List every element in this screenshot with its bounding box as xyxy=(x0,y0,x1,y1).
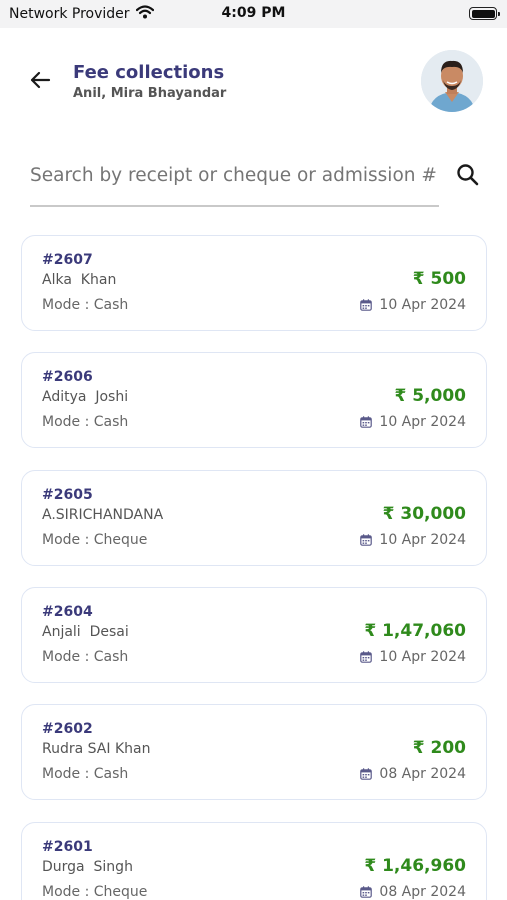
user-avatar-icon xyxy=(421,50,483,112)
battery-level xyxy=(471,9,495,18)
search-button[interactable] xyxy=(455,162,481,188)
date-label: 10 Apr 2024 xyxy=(379,297,466,313)
battery-icon xyxy=(469,7,500,20)
date-label: 10 Apr 2024 xyxy=(379,648,466,665)
page-subtitle: Anil, Mira Bhayandar xyxy=(73,86,227,101)
avatar[interactable] xyxy=(421,50,483,112)
payment-date: 10 Apr 2024 xyxy=(360,532,466,548)
payment-date: 08 Apr 2024 xyxy=(360,766,466,782)
back-button[interactable] xyxy=(26,66,54,94)
payment-date: 10 Apr 2024 xyxy=(360,414,466,430)
collection-card[interactable]: #2606 Aditya Joshi Mode : Cash ₹ 5,000 10 Ap… xyxy=(21,352,487,449)
search-icon xyxy=(457,164,479,186)
amount: ₹ 1,47,060 xyxy=(364,620,466,641)
payment-mode: Mode : Cash xyxy=(42,648,129,665)
collection-card[interactable]: #2601 Durga Singh Mode : Cheque ₹ 1,46,960 0… xyxy=(21,821,487,900)
search-input[interactable] xyxy=(30,155,439,195)
calendar-icon xyxy=(360,651,373,663)
arrow-left-icon xyxy=(30,71,51,89)
date-label: 08 Apr 2024 xyxy=(379,883,466,900)
date-label: 08 Apr 2024 xyxy=(379,766,466,783)
receipt-number: #2606 xyxy=(42,369,93,386)
payment-date: 08 Apr 2024 xyxy=(360,884,466,900)
status-bar: Network Provider 4:09 PM xyxy=(0,0,507,28)
receipt-number: #2604 xyxy=(42,603,93,620)
search-bar xyxy=(30,155,439,207)
calendar-icon xyxy=(360,299,373,311)
student-name: A.SIRICHANDANA xyxy=(42,506,164,523)
receipt-number: #2602 xyxy=(42,721,93,738)
student-name: Aditya Joshi xyxy=(42,389,129,406)
amount: ₹ 500 xyxy=(412,269,466,289)
calendar-icon xyxy=(360,416,373,429)
collection-card[interactable]: #2607 Alka Khan Mode : Cash ₹ 500 10 Apr 202… xyxy=(21,235,487,331)
collection-card[interactable]: #2605 A.SIRICHANDANA Mode : Cheque ₹ 30,000… xyxy=(21,469,487,566)
student-name: Alka Khan xyxy=(42,272,117,288)
date-label: 10 Apr 2024 xyxy=(379,414,466,431)
amount: ₹ 5,000 xyxy=(394,386,466,407)
calendar-icon xyxy=(360,768,373,780)
calendar-icon xyxy=(360,885,373,898)
status-time: 4:09 PM xyxy=(221,5,286,21)
payment-mode: Mode : Cash xyxy=(42,414,129,431)
receipt-number: #2601 xyxy=(42,838,93,855)
date-label: 10 Apr 2024 xyxy=(379,531,466,548)
collection-card[interactable]: #2602 Rudra SAI Khan Mode : Cash ₹ 200 08 Ap… xyxy=(21,704,487,801)
receipt-number: #2605 xyxy=(42,486,93,503)
payment-mode: Mode : Cash xyxy=(42,297,129,313)
amount: ₹ 30,000 xyxy=(382,503,466,524)
page-title: Fee collections xyxy=(73,62,225,83)
payment-date: 10 Apr 2024 xyxy=(360,649,466,665)
calendar-icon xyxy=(360,533,373,546)
app-header: Fee collections Anil, Mira Bhayandar xyxy=(0,28,507,138)
payment-mode: Mode : Cheque xyxy=(42,531,148,548)
collection-card[interactable]: #2604 Anjali Desai Mode : Cash ₹ 1,47,060 10… xyxy=(21,586,487,683)
student-name: Anjali Desai xyxy=(42,623,129,640)
receipt-number: #2607 xyxy=(42,252,93,268)
student-name: Durga Singh xyxy=(42,858,133,875)
payment-mode: Mode : Cash xyxy=(42,766,129,783)
student-name: Rudra SAI Khan xyxy=(42,741,151,758)
amount: ₹ 200 xyxy=(412,738,466,759)
payment-mode: Mode : Cheque xyxy=(42,883,148,900)
payment-date: 10 Apr 2024 xyxy=(360,297,466,313)
amount: ₹ 1,46,960 xyxy=(364,855,466,876)
